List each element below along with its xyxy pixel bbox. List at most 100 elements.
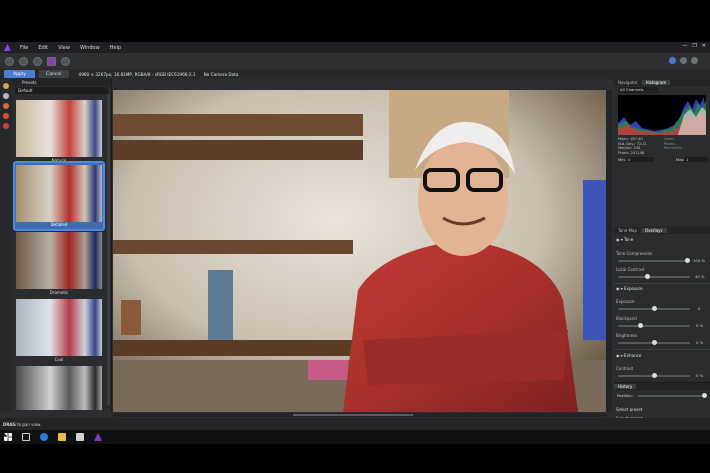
enhance-section-title: Enhance [624, 353, 642, 358]
edge-browser-icon[interactable] [40, 433, 48, 441]
menu-view[interactable]: View [58, 45, 70, 51]
preset-thumb-mono[interactable] [16, 366, 102, 410]
preset-thumb-cool[interactable] [16, 299, 102, 356]
snapping-icon[interactable] [680, 57, 687, 64]
assistant-icon[interactable] [669, 57, 676, 64]
contrast-slider[interactable] [618, 373, 690, 378]
toolbar [0, 53, 710, 69]
histogram-stats-right: Level: - Pixels: - Percentile: - [664, 137, 704, 151]
preset-label: Detailed [50, 222, 68, 227]
persona-tone-mapping-icon[interactable] [47, 56, 56, 66]
channels-select[interactable]: All Channels [618, 87, 658, 93]
divider [614, 283, 710, 284]
exposure-section-header[interactable]: ◉ ▾ Exposure [616, 286, 708, 291]
enhance-section-header[interactable]: ◉ ▾ Enhance [616, 353, 708, 358]
local-contrast-value[interactable]: 40 % [695, 274, 705, 279]
slider-knob[interactable] [638, 323, 643, 328]
affinity-photo-taskbar-icon[interactable] [94, 433, 102, 441]
windows-taskbar [0, 430, 710, 444]
blackpoint-value[interactable]: 0 % [696, 323, 703, 328]
history-item[interactable]: Select preset [616, 407, 706, 412]
menu-window[interactable]: Window [80, 45, 100, 51]
contrast-value[interactable]: 0 % [696, 373, 703, 378]
stat-percentile: Percentile: - [664, 146, 686, 150]
slider-knob[interactable] [645, 274, 650, 279]
canvas-horizontal-scrollbar[interactable] [113, 413, 606, 417]
cancel-button[interactable]: Cancel [38, 70, 69, 78]
tools-panel [0, 79, 12, 412]
preset-thumb-natural[interactable] [16, 100, 102, 157]
slider-knob[interactable] [652, 373, 657, 378]
canvas-scroll-thumb[interactable] [293, 414, 413, 416]
min-label: Min: [618, 157, 627, 162]
brightness-slider[interactable] [618, 340, 690, 345]
blackpoint-slider[interactable] [618, 323, 690, 328]
app-logo-icon [4, 44, 11, 51]
slider-knob[interactable] [702, 393, 707, 398]
tone-section-title: Tone [624, 237, 634, 242]
menu-file[interactable]: File [20, 45, 28, 51]
presets-tab[interactable]: Presets [12, 79, 111, 86]
menu-help[interactable]: Help [110, 45, 121, 51]
tab-overlays[interactable]: Overlays [640, 228, 667, 233]
canvas-vertical-scrollbar[interactable] [606, 90, 612, 412]
status-drag: DRAG [3, 421, 16, 427]
tone-compression-slider[interactable] [618, 258, 690, 263]
menu-edit[interactable]: Edit [38, 45, 48, 51]
slider-knob[interactable] [652, 340, 657, 345]
preset-thumb-detailed[interactable] [16, 165, 102, 222]
tab-history[interactable]: History [614, 384, 637, 389]
store-icon[interactable] [76, 433, 84, 441]
tab-histogram[interactable]: Histogram [641, 80, 671, 85]
file-explorer-icon[interactable] [58, 433, 66, 441]
close-button[interactable]: ✕ [702, 43, 706, 49]
history-position-slider[interactable] [638, 393, 707, 398]
slider-knob[interactable] [652, 306, 657, 311]
brush-tool-icon[interactable] [3, 103, 9, 109]
camera-info: No Camera Data [203, 71, 239, 77]
persona-liquify-icon[interactable] [19, 56, 28, 66]
preset-category-select[interactable]: Default [15, 87, 108, 94]
brightness-value[interactable]: 0 % [696, 340, 703, 345]
view-mode-icon[interactable] [691, 57, 698, 64]
histogram-plot [618, 97, 706, 135]
tab-tone-map[interactable]: Tone Map [614, 228, 641, 233]
persona-develop-icon[interactable] [33, 56, 42, 66]
histogram-graph [618, 95, 706, 135]
minimize-button[interactable]: — [682, 43, 687, 49]
local-contrast-label: Local Contrast [616, 267, 645, 272]
local-contrast-slider[interactable] [618, 274, 690, 279]
mask-tool-icon[interactable] [3, 123, 9, 129]
exposure-slider[interactable] [618, 306, 690, 311]
history-tabs: History [614, 383, 710, 390]
zoom-tool-icon[interactable] [3, 93, 9, 99]
tone-compression-value[interactable]: 100 % [693, 258, 705, 263]
image-canvas[interactable] [113, 90, 606, 412]
exposure-value[interactable]: 0 [698, 306, 700, 311]
stat-pixels: Pixels: 241148 [618, 150, 645, 155]
hand-tool-icon[interactable] [3, 83, 9, 89]
max-input[interactable]: 1 [684, 157, 708, 162]
erase-brush-icon[interactable] [3, 113, 9, 119]
menu-bar: File Edit View Window Help — ❐ ✕ [0, 42, 710, 53]
photo-portrait [113, 90, 606, 412]
exposure-label: Exposure [616, 299, 635, 304]
persona-photo-icon[interactable] [5, 56, 14, 66]
tone-section-header[interactable]: ◉ ▾ Tone [616, 237, 708, 242]
task-view-icon[interactable] [22, 433, 30, 441]
presets-panel: Presets Default Natural Detailed Dramati… [12, 79, 112, 412]
windows-start-icon[interactable] [4, 433, 12, 441]
navigator-histogram-tabs: Navigator Histogram [614, 79, 710, 86]
tab-navigator[interactable]: Navigator [614, 80, 642, 85]
toolbar-right-group [669, 57, 698, 64]
slider-knob[interactable] [685, 258, 690, 263]
maximize-button[interactable]: ❐ [692, 43, 696, 49]
min-input[interactable]: 0 [626, 157, 654, 162]
preset-label: Dramatic [49, 290, 69, 295]
tone-map-tabs: Tone Map Overlays [614, 227, 710, 234]
preset-label: Cool [54, 357, 64, 362]
presets-scrollbar[interactable] [107, 95, 110, 405]
persona-export-icon[interactable] [61, 56, 70, 66]
apply-button[interactable]: Apply [4, 70, 35, 78]
preset-thumb-dramatic[interactable] [16, 232, 102, 289]
